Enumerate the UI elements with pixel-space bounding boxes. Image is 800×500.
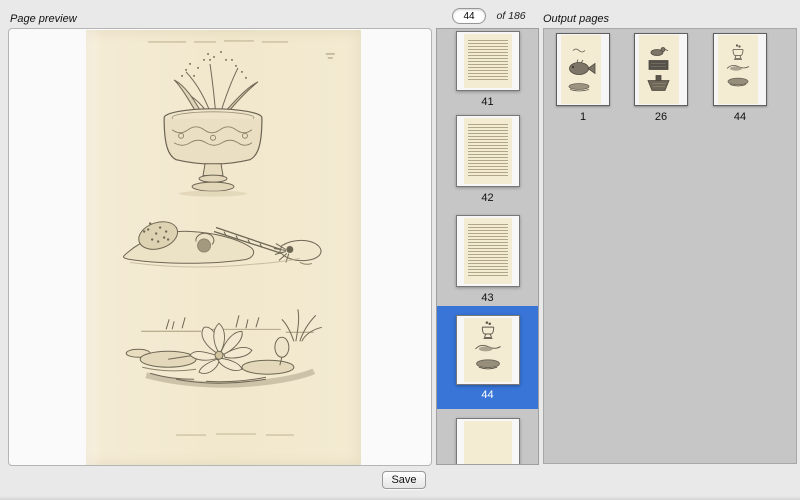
vase-illustration xyxy=(164,51,262,197)
mini-vase-lily-plate xyxy=(464,318,512,382)
plate-page-thumb xyxy=(464,318,512,382)
thumbnail-page-43[interactable]: 43 xyxy=(437,215,538,304)
scanned-plate-page xyxy=(86,30,361,466)
window-bottom-edge xyxy=(0,496,800,500)
mini-fish-plate xyxy=(561,35,601,104)
text-page-thumb xyxy=(464,34,512,88)
vase-lily-plate-thumb xyxy=(718,35,758,104)
thumbnail-list[interactable]: 41 42 43 xyxy=(436,28,539,465)
page-preview-panel xyxy=(8,28,432,466)
save-button[interactable]: Save xyxy=(382,471,426,489)
output-page-1[interactable]: 1 xyxy=(555,33,611,123)
output-pages-panel: 1 26 xyxy=(543,28,797,464)
pager: of 186 xyxy=(452,8,526,25)
thumbnail-page-45[interactable] xyxy=(437,418,538,465)
faint-header-text xyxy=(148,41,335,58)
blank-page-thumb xyxy=(464,421,512,465)
faint-caption-text xyxy=(176,434,294,435)
page-total-label: of 186 xyxy=(496,8,525,25)
thumbnail-page-number: 43 xyxy=(437,292,538,304)
water-lily-illustration xyxy=(126,309,322,384)
thumbnail-page-number: 41 xyxy=(437,96,538,108)
output-page-26[interactable]: 26 xyxy=(633,33,689,123)
thumbnail-page-number: 42 xyxy=(437,192,538,204)
text-page-thumb xyxy=(464,218,512,284)
mini-vase-lily-plate xyxy=(718,35,758,104)
output-pages-label: Output pages xyxy=(543,13,609,25)
bird-basket-plate-thumb xyxy=(639,35,679,104)
thumbnail-page-41[interactable]: 41 xyxy=(437,31,538,108)
page-preview-image xyxy=(86,30,361,466)
page-number-input[interactable] xyxy=(452,8,486,24)
thumbnail-page-42[interactable]: 42 xyxy=(437,115,538,204)
output-page-number: 1 xyxy=(555,111,611,123)
output-page-number: 44 xyxy=(712,111,768,123)
still-life-illustration xyxy=(123,217,321,267)
flower-specks xyxy=(181,51,247,79)
output-page-44[interactable]: 44 xyxy=(712,33,768,123)
output-page-number: 26 xyxy=(633,111,689,123)
thumbnail-page-44-selected[interactable]: 44 xyxy=(437,306,538,409)
page-preview-label: Page preview xyxy=(10,13,77,25)
thumbnail-page-number: 44 xyxy=(437,389,538,401)
text-page-thumb xyxy=(464,118,512,184)
mini-bird-basket-plate xyxy=(639,35,679,104)
fish-plate-thumb xyxy=(561,35,601,104)
